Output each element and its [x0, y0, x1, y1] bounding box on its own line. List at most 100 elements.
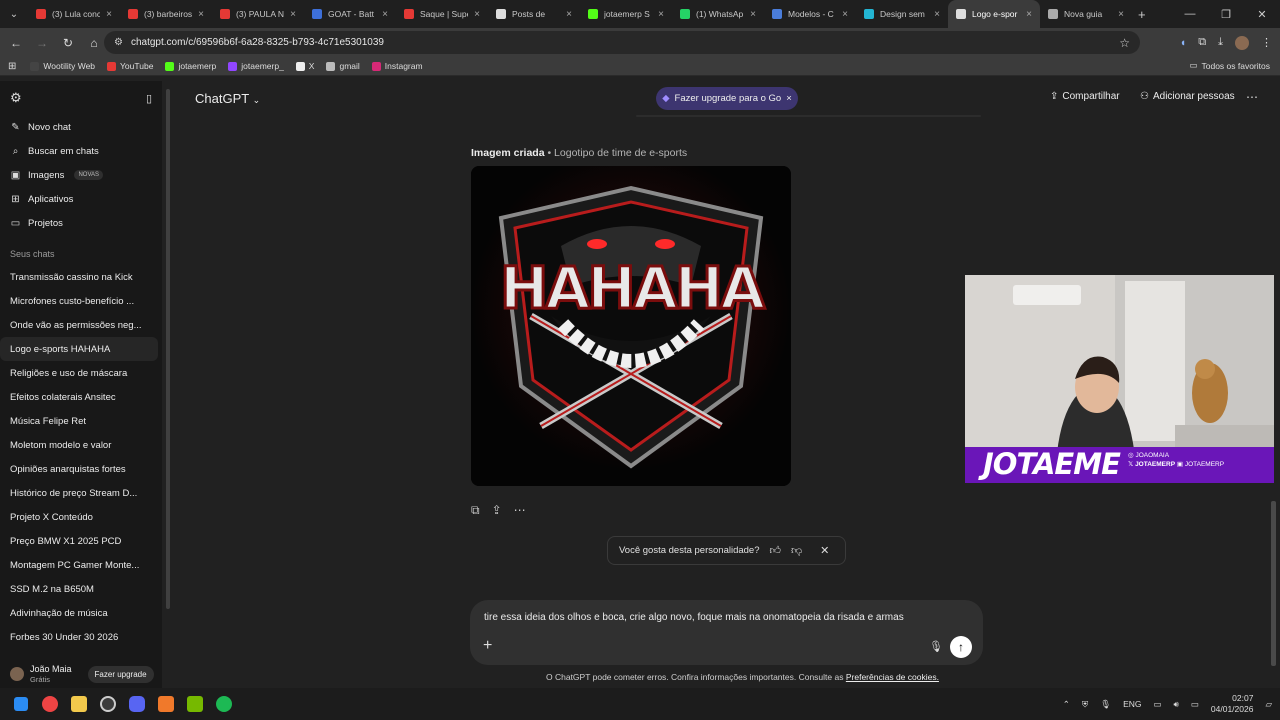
address-bar[interactable]: ⚙ chatgpt.com/c/69596b6f-6a28-8325-b793-…	[104, 31, 1140, 54]
bookmark-item[interactable]: jotaemerp	[165, 61, 216, 71]
bookmark-item[interactable]: gmail	[326, 61, 360, 71]
composer-text[interactable]: tire essa ideia dos olhos e boca, crie a…	[484, 612, 904, 623]
upgrade-go-pill[interactable]: ◆ Fazer upgrade para o Go ×	[656, 87, 798, 110]
add-attachment-icon[interactable]: +	[483, 637, 492, 655]
sidebar-nav-item[interactable]: ✎ Novo chat	[0, 115, 162, 139]
close-tab-icon[interactable]: ×	[842, 9, 848, 20]
browser-tab[interactable]: Saque | Supe ×	[396, 0, 488, 28]
chat-history-item[interactable]: Montagem PC Gamer Monte...	[0, 553, 158, 577]
chat-history-item[interactable]: Microfones custo-benefício ...	[0, 289, 158, 313]
browser-tab[interactable]: (3) Lula conc ×	[28, 0, 120, 28]
microphone-icon[interactable]: 🎙︎	[929, 640, 943, 653]
spotify-icon[interactable]	[209, 688, 238, 720]
thumbs-up-icon[interactable]: 👍︎	[770, 544, 782, 557]
chat-history-item[interactable]: Histórico de preço Stream D...	[0, 481, 158, 505]
all-bookmarks[interactable]: ▭ Todos os favoritos	[1189, 60, 1270, 71]
browser-tab[interactable]: (1) WhatsAp ×	[672, 0, 764, 28]
minimize-icon[interactable]: —	[1172, 0, 1208, 28]
chat-history-item[interactable]: Moletom modelo e valor	[0, 433, 158, 457]
battery-icon[interactable]: ▭	[1191, 699, 1199, 710]
close-tab-icon[interactable]: ×	[566, 9, 572, 20]
close-tab-icon[interactable]: ×	[1118, 9, 1124, 20]
more-options-icon[interactable]: ⋯	[1246, 90, 1258, 104]
close-tab-icon[interactable]: ×	[750, 9, 756, 20]
close-tab-icon[interactable]: ×	[1026, 9, 1032, 20]
model-selector[interactable]: ChatGPT ⌄	[195, 91, 260, 106]
user-profile[interactable]: João Maia Grátis Fazer upgrade	[0, 660, 162, 688]
windows-start-icon[interactable]	[6, 688, 35, 720]
chat-history-item[interactable]: Opiniões anarquistas fortes	[0, 457, 158, 481]
bookmark-item[interactable]: Instagram	[371, 61, 423, 71]
more-actions-icon[interactable]: ⋯	[514, 503, 526, 518]
nvidia-icon[interactable]	[180, 688, 209, 720]
browser-tab[interactable]: (3) barbeiros ×	[120, 0, 212, 28]
chat-history-item[interactable]: Onde vão as permissões neg...	[0, 313, 158, 337]
chat-history-item[interactable]: Adivinhação de música	[0, 601, 158, 625]
close-sidebar-icon[interactable]: ▯	[146, 92, 152, 105]
profile-avatar[interactable]	[1235, 35, 1249, 50]
cookie-preferences-link[interactable]: Preferências de cookies.	[846, 672, 939, 682]
chrome-icon[interactable]	[35, 688, 64, 720]
tray-chevron-icon[interactable]: ⌃	[1063, 699, 1070, 710]
thumbs-down-icon[interactable]: 👎︎	[791, 544, 802, 557]
chat-history-item[interactable]: Efeitos colaterais Ansitec	[0, 385, 158, 409]
language-indicator[interactable]: ENG	[1123, 699, 1141, 709]
volume-icon[interactable]: 🔊︎	[1174, 699, 1179, 710]
close-tab-icon[interactable]: ×	[106, 9, 112, 20]
close-tab-icon[interactable]: ×	[382, 9, 388, 20]
generated-logo-image[interactable]: HAHAHA	[471, 166, 791, 486]
extension-icon[interactable]: ◖	[1180, 37, 1187, 49]
browser-tab[interactable]: Nova guia ×	[1040, 0, 1132, 28]
chat-history-item[interactable]: Forbes 30 Under 30 2026	[0, 625, 158, 649]
bookmark-item[interactable]: Wootility Web	[30, 61, 95, 71]
reload-icon[interactable]: ↻	[56, 36, 80, 50]
chat-history-item[interactable]: Logo e-sports HAHAHA	[0, 337, 158, 361]
sidebar-upgrade-button[interactable]: Fazer upgrade	[87, 665, 154, 683]
browser-tab[interactable]: Posts de ×	[488, 0, 580, 28]
bookmark-item[interactable]: YouTube	[107, 61, 153, 71]
close-tab-icon[interactable]: ×	[198, 9, 204, 20]
main-scrollbar[interactable]	[1271, 501, 1276, 666]
new-tab-button[interactable]: +	[1138, 7, 1146, 22]
chat-history-item[interactable]: Música Felipe Ret	[0, 409, 158, 433]
download-icon[interactable]: ⤓	[1218, 36, 1223, 49]
sidebar-nav-item[interactable]: ⊞ Aplicativos	[0, 187, 162, 211]
close-feedback-icon[interactable]: ✕	[820, 544, 829, 557]
sidebar-nav-item[interactable]: ⌕ Buscar em chats	[0, 139, 162, 163]
message-composer[interactable]: tire essa ideia dos olhos e boca, crie a…	[470, 600, 983, 665]
notification-icon[interactable]: ▱	[1265, 699, 1272, 710]
site-info-icon[interactable]: ⚙	[114, 37, 123, 48]
close-window-icon[interactable]: ✕	[1244, 0, 1280, 28]
close-tab-icon[interactable]: ×	[290, 9, 296, 20]
app-orange-icon[interactable]	[151, 688, 180, 720]
chat-history-item[interactable]: Preço BMW X1 2025 PCD	[0, 529, 158, 553]
security-icon[interactable]: ⛨	[1082, 699, 1088, 710]
share-image-icon[interactable]: ⇪	[492, 503, 502, 518]
steam-icon[interactable]	[93, 688, 122, 720]
file-explorer-icon[interactable]	[64, 688, 93, 720]
close-tab-icon[interactable]: ×	[474, 9, 480, 20]
browser-tab[interactable]: Modelos - C ×	[764, 0, 856, 28]
clock[interactable]: 02:07 04/01/2026	[1211, 693, 1254, 715]
sidebar-nav-item[interactable]: ▭ Projetos	[0, 211, 162, 235]
network-icon[interactable]: ▭	[1153, 699, 1161, 710]
browser-menu-icon[interactable]: ⋮	[1261, 36, 1272, 49]
home-icon[interactable]: ⌂	[82, 36, 106, 50]
bookmark-item[interactable]: X	[295, 61, 314, 71]
copy-icon[interactable]: ⧉	[471, 503, 480, 518]
extensions-puzzle-icon[interactable]: ⧉	[1198, 36, 1206, 49]
browser-tab[interactable]: (3) PAULA N ×	[212, 0, 304, 28]
restore-icon[interactable]: ❐	[1208, 0, 1244, 28]
forward-icon[interactable]: →	[30, 36, 54, 50]
send-button[interactable]: ↑	[950, 636, 972, 658]
dismiss-pill-icon[interactable]: ×	[786, 93, 792, 104]
browser-tab[interactable]: jotaemerp S ×	[580, 0, 672, 28]
chat-history-item[interactable]: SSD M.2 na B650M	[0, 577, 158, 601]
close-tab-icon[interactable]: ×	[934, 9, 940, 20]
sidebar-nav-item[interactable]: ▣ Imagens NOVAS	[0, 163, 162, 187]
discord-icon[interactable]	[122, 688, 151, 720]
mic-tray-icon[interactable]: 🎙︎	[1100, 699, 1111, 710]
tab-search-icon[interactable]: ⌄	[0, 9, 28, 20]
apps-grid-icon[interactable]: ⊞	[8, 61, 16, 72]
back-icon[interactable]: ←	[4, 36, 28, 50]
